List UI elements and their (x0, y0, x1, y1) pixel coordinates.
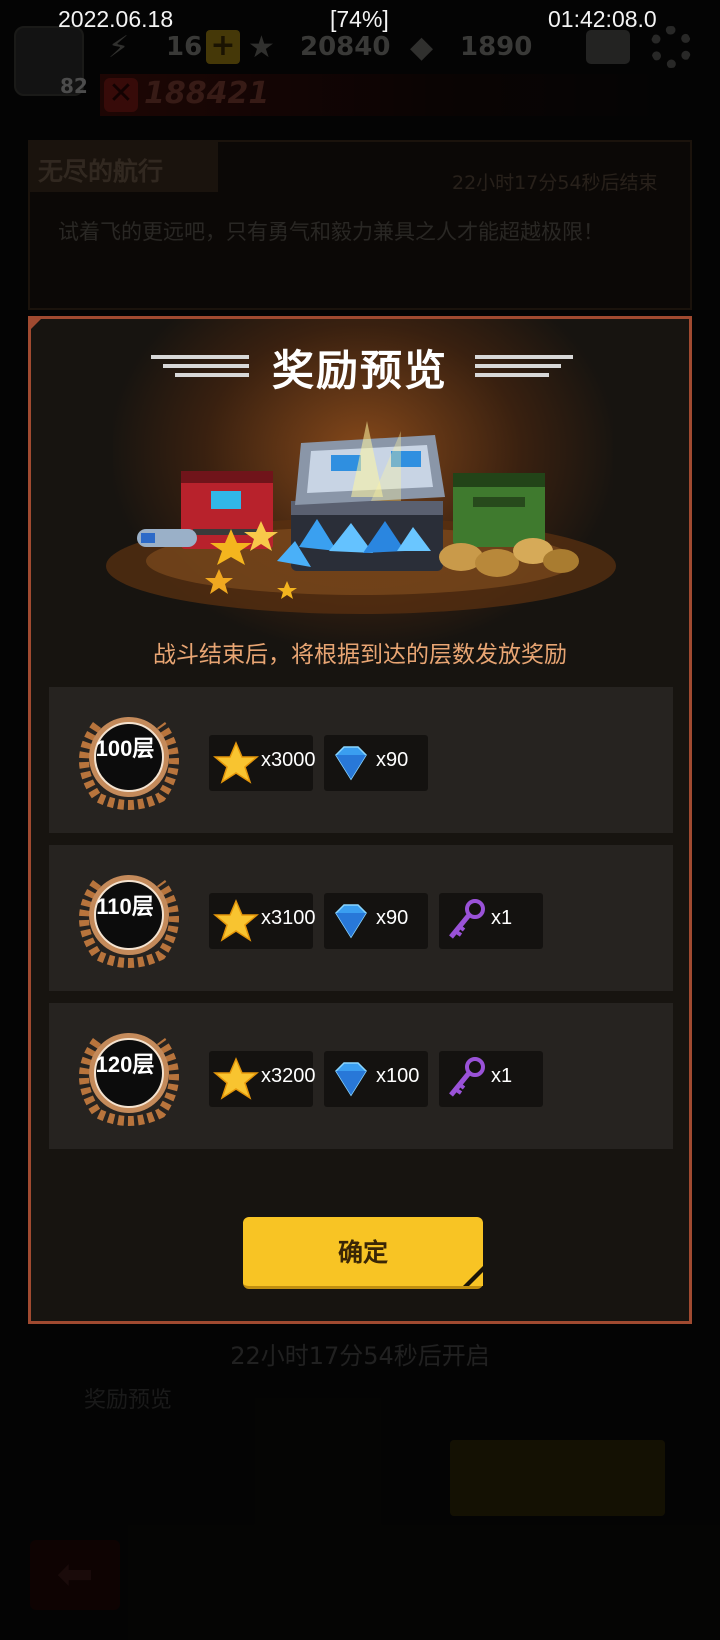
status-time: 01:42:08.0 (548, 6, 657, 32)
star-icon (213, 1057, 259, 1100)
modal-title: 奖励预览 (271, 346, 448, 395)
key-icon (449, 1057, 485, 1097)
status-bar: 2022.06.18 [74%] 01:42:08.0 (0, 0, 720, 40)
floor-label: 100层 (95, 736, 155, 761)
floor-label: 120层 (95, 1052, 155, 1077)
reward-count: x100 (376, 1065, 420, 1087)
reward-slot: x3200 (209, 1051, 316, 1107)
event-timer: 22小时17分54秒后结束 (452, 172, 658, 194)
confirm-button[interactable]: 确定 (243, 1217, 483, 1289)
reward-preview-modal: 奖励预览 战斗结束后，将根据到达的层数发放奖励 100层 x3000 x90 1… (28, 316, 692, 1324)
status-battery: [74%] (330, 6, 389, 32)
reward-count: x3000 (261, 749, 316, 771)
reward-slot: x3000 (209, 735, 316, 791)
status-date: 2022.06.18 (58, 6, 174, 32)
reward-slot: x90 (324, 735, 428, 791)
reward-slot: x100 (324, 1051, 428, 1107)
gem-icon (335, 904, 367, 939)
reward-row: 100层 x3000 x90 (49, 687, 673, 833)
gem-icon (335, 746, 367, 781)
event-title: 无尽的航行 (38, 157, 164, 186)
reward-count: x90 (376, 749, 409, 771)
reward-subtitle: 战斗结束后，将根据到达的层数发放奖励 (153, 642, 567, 668)
reward-preview-link[interactable]: 奖励预览 (84, 1382, 172, 1414)
power-bar: ✕ 188421 (100, 74, 660, 116)
start-button[interactable] (450, 1440, 665, 1516)
reward-count: x1 (491, 1065, 513, 1087)
key-icon (449, 899, 485, 939)
reward-slot: x90 (324, 893, 428, 949)
confirm-button-label: 确定 (337, 1238, 388, 1267)
corner-decoration-icon (463, 1266, 483, 1286)
reward-row: 120层 x3200 x100 x1 (49, 1003, 673, 1149)
corner-notch (31, 319, 44, 332)
reward-count: x3100 (261, 907, 316, 929)
floor-label: 110层 (96, 894, 154, 919)
reward-slot: x3100 (209, 893, 316, 949)
event-description: 试着飞的更远吧，只有勇气和毅力兼具之人才能超越极限！ (58, 220, 604, 244)
open-timer: 22小时17分54秒后开启 (230, 1342, 490, 1370)
treasure-chest-illustration (106, 421, 616, 614)
star-icon (213, 899, 259, 942)
reward-slot: x1 (439, 893, 543, 949)
reward-row: 110层 x3100 x90 x1 (49, 845, 673, 991)
back-arrow-icon[interactable]: ⬅ (30, 1540, 120, 1610)
player-level: 82 (60, 74, 88, 98)
gem-icon (335, 1062, 367, 1097)
star-icon (213, 741, 259, 784)
reward-list[interactable]: 100层 x3000 x90 110层 x3100 x90 x1 120层 x3… (49, 687, 673, 1153)
power-icon: ✕ (104, 78, 138, 112)
reward-count: x90 (376, 907, 409, 929)
power-value: 188421 (144, 76, 270, 111)
reward-count: x1 (491, 907, 513, 929)
reward-count: x3200 (261, 1065, 316, 1087)
reward-slot: x1 (439, 1051, 543, 1107)
